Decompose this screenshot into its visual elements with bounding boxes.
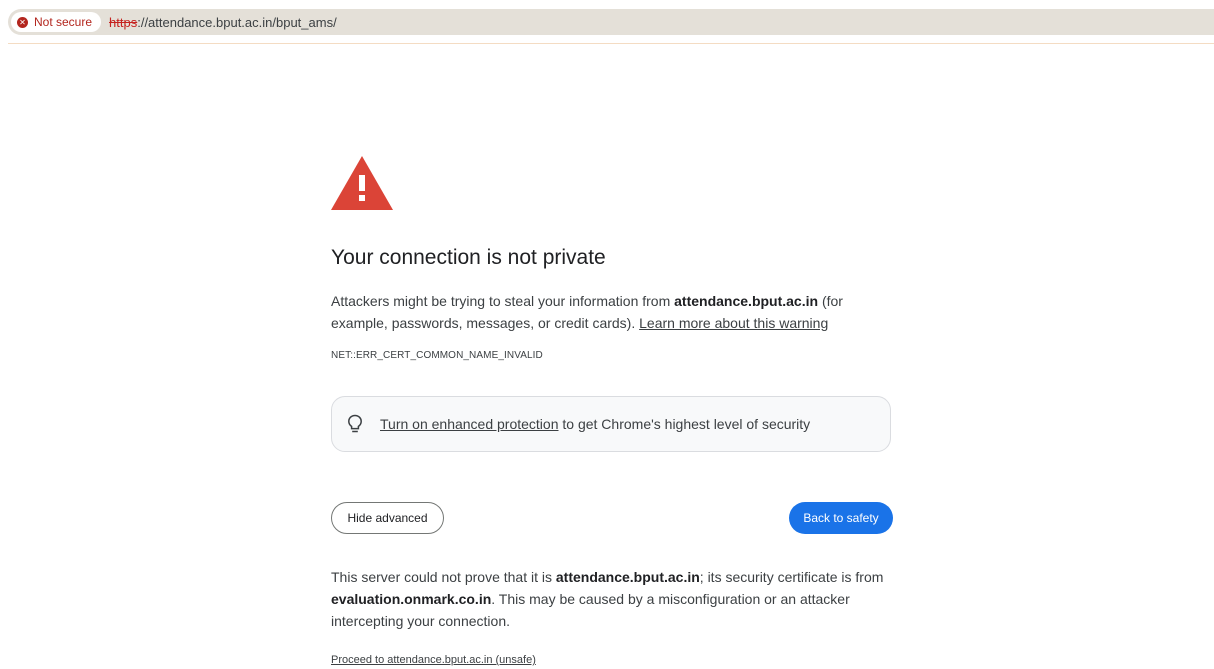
intro-host: attendance.bput.ac.in bbox=[674, 293, 819, 309]
error-circle-icon: ✕ bbox=[17, 16, 28, 28]
security-chip-label: Not secure bbox=[34, 15, 93, 29]
url-path: ://attendance.bput.ac.in/bput_ams/ bbox=[137, 14, 337, 30]
enhanced-protection-suffix: to get Chrome's highest level of securit… bbox=[558, 416, 811, 432]
enhanced-protection-box: Turn on enhanced protection to get Chrom… bbox=[331, 396, 891, 452]
error-code: NET::ERR_CERT_COMMON_NAME_INVALID bbox=[331, 350, 543, 361]
page-title: Your connection is not private bbox=[331, 246, 606, 269]
toolbar-divider bbox=[8, 43, 1214, 44]
advanced-details-paragraph: This server could not prove that it is a… bbox=[331, 566, 893, 632]
enhanced-protection-text: Turn on enhanced protection to get Chrom… bbox=[380, 416, 810, 432]
address-bar: ✕ Not secure https://attendance.bput.ac.… bbox=[0, 0, 1214, 44]
intro-text-1: Attackers might be trying to steal your … bbox=[331, 293, 675, 309]
detail-host: attendance.bput.ac.in bbox=[555, 569, 700, 585]
detail-text-2: ; its security certificate is from bbox=[699, 569, 884, 585]
learn-more-link[interactable]: Learn more about this warning bbox=[639, 315, 828, 331]
detail-cert-host: evaluation.onmark.co.in bbox=[331, 591, 492, 607]
url-text[interactable]: https://attendance.bput.ac.in/bput_ams/ bbox=[109, 15, 337, 30]
lightbulb-icon bbox=[348, 414, 362, 433]
security-chip[interactable]: ✕ Not secure bbox=[11, 12, 102, 32]
proceed-unsafe-link[interactable]: Proceed to attendance.bput.ac.in (unsafe… bbox=[331, 654, 536, 666]
omnibox[interactable]: ✕ Not secure https://attendance.bput.ac.… bbox=[8, 9, 1214, 35]
detail-text-1: This server could not prove that it is bbox=[331, 569, 556, 585]
hide-advanced-button[interactable]: Hide advanced bbox=[331, 502, 444, 534]
url-scheme: https bbox=[109, 14, 138, 30]
intro-paragraph: Attackers might be trying to steal your … bbox=[331, 290, 893, 334]
back-to-safety-button[interactable]: Back to safety bbox=[789, 502, 893, 534]
warning-triangle-icon bbox=[331, 156, 393, 210]
enhanced-protection-link[interactable]: Turn on enhanced protection bbox=[380, 416, 559, 432]
